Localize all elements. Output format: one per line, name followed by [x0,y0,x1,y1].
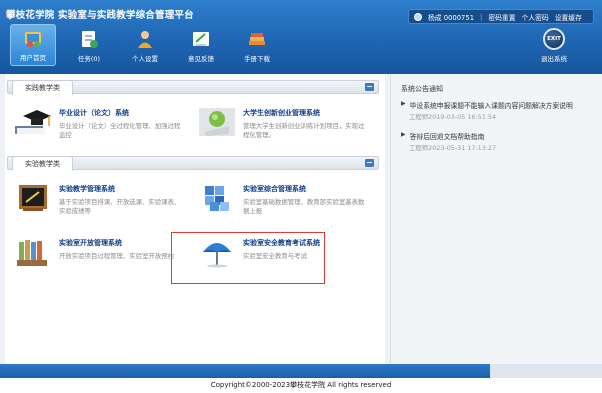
system-graduation-design[interactable]: 毕业设计（论文）系统 毕业设计（论文）全过程化管理、加强过程监控 [13,106,183,140]
nav-label: 手册下载 [244,55,270,63]
system-name: 实验室开放管理系统 [59,239,122,247]
app-title: 攀枝花学院 实验室与实践教学综合管理平台 [6,10,194,21]
graduation-cap-icon [13,106,53,138]
section-tab-experiment[interactable]: 实验教学类 [12,156,73,171]
task-icon [78,28,100,50]
system-experiment-teaching[interactable]: 实验教学管理系统 基于实验项目排课、开放选课、实验课表、实验成绩等 [13,182,183,216]
nav-personal-settings[interactable]: 个人设置 [122,24,168,66]
section-header-practice: 实践教学类 − [7,80,379,95]
system-desc: 毕业设计（论文）全过程化管理、加强过程监控 [59,122,181,139]
nav-feedback[interactable]: 意见反馈 [178,24,224,66]
nav-label: 意见反馈 [188,55,214,63]
books-icon [13,236,53,268]
highlight-box [171,232,325,284]
nav-tasks[interactable]: 任务(0) [66,24,112,66]
main-area: 实践教学类 − 毕业设计（论文）系统 毕业设计（论文）全过程化管理、加强过程监控… [0,74,602,364]
section-header-experiment: 实验教学类 − [7,156,379,171]
footer-bar-right [490,364,602,378]
exit-icon: EXIT [543,28,565,50]
blackboard-icon [13,182,53,214]
user-icon [414,12,422,21]
exit-button[interactable]: EXIT 退出系统 [534,28,574,66]
section-tab-practice[interactable]: 实践教学类 [12,80,73,95]
home-icon [22,27,44,49]
nav-home[interactable]: 用户首页 [10,24,56,66]
system-lab-open[interactable]: 实验室开放管理系统 开放实验项目过程管理、实验室开放预约 [13,236,183,268]
notice-meta: 工程师2019-03-05 16:51:54 [409,113,497,121]
nav-label: 任务(0) [77,55,101,63]
main-nav: 用户首页 任务(0) 个人设置 意见反馈 手册下载 [10,24,280,66]
notice-title: 毕设系统申报课题不能输入课题内容问题解决方案说明 [409,102,573,110]
cubes-icon [197,182,237,214]
notice-item[interactable]: ▶ 答辩后回退文档帮助指南 工程师2023-05-31 17:13:27 [401,131,597,152]
notice-title: 答辩后回退文档帮助指南 [409,133,485,141]
nav-label: 个人设置 [132,55,158,63]
system-desc: 基于实验项目排课、开放选课、实验课表、实验成绩等 [59,198,181,215]
system-innovation[interactable]: 大学生创新创业管理系统 管理大学生创新创业训练计划项目，实现过程化管理。 [197,106,367,140]
system-name: 实验教学管理系统 [59,185,115,193]
user-name: 杨成 0000751 [428,13,475,22]
system-name: 大学生创新创业管理系统 [243,109,320,117]
nav-label: 用户首页 [20,54,46,62]
notice-panel: 系统公告通知 ▶ 毕设系统申报课题不能输入课题内容问题解决方案说明 工程师2019… [390,74,602,364]
system-desc: 管理大学生创新创业训练计划项目，实现过程化管理。 [243,122,365,139]
cache-settings-link[interactable]: 设置缓存 [555,12,582,22]
exit-label: 退出系统 [541,55,567,63]
lightbulb-book-icon [197,106,237,138]
system-desc: 开放实验项目过程管理、实验室开放预约 [59,252,175,260]
bullet-icon: ▶ [401,100,406,107]
bullet-icon: ▶ [401,131,406,138]
notice-item[interactable]: ▶ 毕设系统申报课题不能输入课题内容问题解决方案说明 工程师2019-03-05 … [401,100,597,121]
system-lab-comprehensive[interactable]: 实验室综合管理系统 实验室基础数据管理、教育部实验室基表数据上报 [197,182,367,216]
system-name: 实验室综合管理系统 [243,185,306,193]
system-desc: 实验室基础数据管理、教育部实验室基表数据上报 [243,198,365,215]
collapse-button[interactable]: − [365,83,374,91]
system-name: 毕业设计（论文）系统 [59,109,129,117]
manual-icon [246,28,268,50]
person-icon [134,28,156,50]
app-header: 攀枝花学院 实验室与实践教学综合管理平台 杨成 0000751 | 密码重置 个… [0,0,602,74]
footer-bar [0,364,490,378]
system-panel: 实践教学类 − 毕业设计（论文）系统 毕业设计（论文）全过程化管理、加强过程监控… [5,74,385,364]
feedback-icon [190,28,212,50]
copyright-text: Copyright©2000-2023攀枝花学院 All rights rese… [210,381,392,389]
notice-panel-title: 系统公告通知 [401,85,443,93]
notice-meta: 工程师2023-05-31 17:13:27 [409,144,497,152]
nav-manual-download[interactable]: 手册下载 [234,24,280,66]
notice-list: ▶ 毕设系统申报课题不能输入课题内容问题解决方案说明 工程师2019-03-05 … [401,100,597,162]
password-reset-link[interactable]: 密码重置 [488,12,515,22]
personal-password-link[interactable]: 个人密码 [522,12,549,22]
user-toolbar: 杨成 0000751 | 密码重置 个人密码 设置缓存 [408,9,594,24]
collapse-button[interactable]: − [365,159,374,167]
